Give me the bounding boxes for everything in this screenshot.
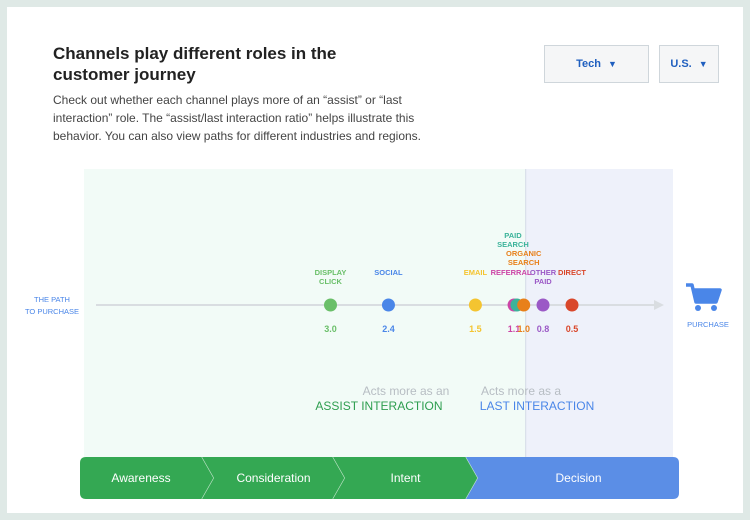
channel-label: SEARCH xyxy=(497,240,529,249)
axis-label: THE PATH xyxy=(34,295,70,304)
channel-ratio-label: 2.4 xyxy=(382,324,395,334)
stage-label: Intent xyxy=(390,471,421,485)
channel-ratio-label: 1.0 xyxy=(517,324,530,334)
page-frame: Channels play different roles in the cus… xyxy=(0,0,750,520)
cart-wheel xyxy=(711,305,717,311)
channel-label: CLICK xyxy=(319,277,342,286)
channel-label: SOCIAL xyxy=(374,268,403,277)
channel-point xyxy=(536,298,550,312)
content-area: Channels play different roles in the cus… xyxy=(14,14,750,520)
channel-point xyxy=(468,298,482,312)
cart-wheel xyxy=(695,305,701,311)
channel-ratio-label: 0.8 xyxy=(537,324,550,334)
channel-point xyxy=(565,298,579,312)
cart-basket xyxy=(695,291,718,301)
shopping-cart-icon xyxy=(686,283,722,311)
channel-label: OTHER xyxy=(530,268,557,277)
channel-label: SEARCH xyxy=(508,258,540,267)
channel-ratio-label: 3.0 xyxy=(324,324,337,334)
channel-point xyxy=(324,298,337,312)
channel-label: PAID xyxy=(534,277,552,286)
channel-role-chart: THE PATH TO PURCHASE PURCHASE DISPLAYCLICK 3… xyxy=(25,169,729,500)
channel-label: ORGANIC xyxy=(506,249,542,258)
purchase-label: PURCHASE xyxy=(687,320,729,329)
last-interaction-zone xyxy=(525,169,673,457)
channel-ratio-label: 1.5 xyxy=(469,324,482,334)
assist-zone-title: ASSIST INTERACTION xyxy=(315,399,442,413)
assist-zone xyxy=(84,169,526,457)
channel-label: DIRECT xyxy=(558,268,586,277)
assist-zone-caption: Acts more as an xyxy=(363,384,450,398)
last-zone-caption: Acts more as a xyxy=(481,384,561,398)
stage-label: Awareness xyxy=(111,471,170,485)
channel-ratio-label: 0.5 xyxy=(566,324,579,334)
channel-point xyxy=(517,298,531,312)
channel-label: REFERRAL xyxy=(491,268,532,277)
stage-label: Decision xyxy=(555,471,601,485)
last-zone-title: LAST INTERACTION xyxy=(480,399,594,413)
channel-label: DISPLAY xyxy=(315,268,347,277)
axis-label: TO PURCHASE xyxy=(25,307,79,316)
stage-label: Consideration xyxy=(236,471,310,485)
channel-point xyxy=(381,298,395,312)
channel-label: EMAIL xyxy=(464,268,488,277)
channel-label: PAID xyxy=(504,231,522,240)
